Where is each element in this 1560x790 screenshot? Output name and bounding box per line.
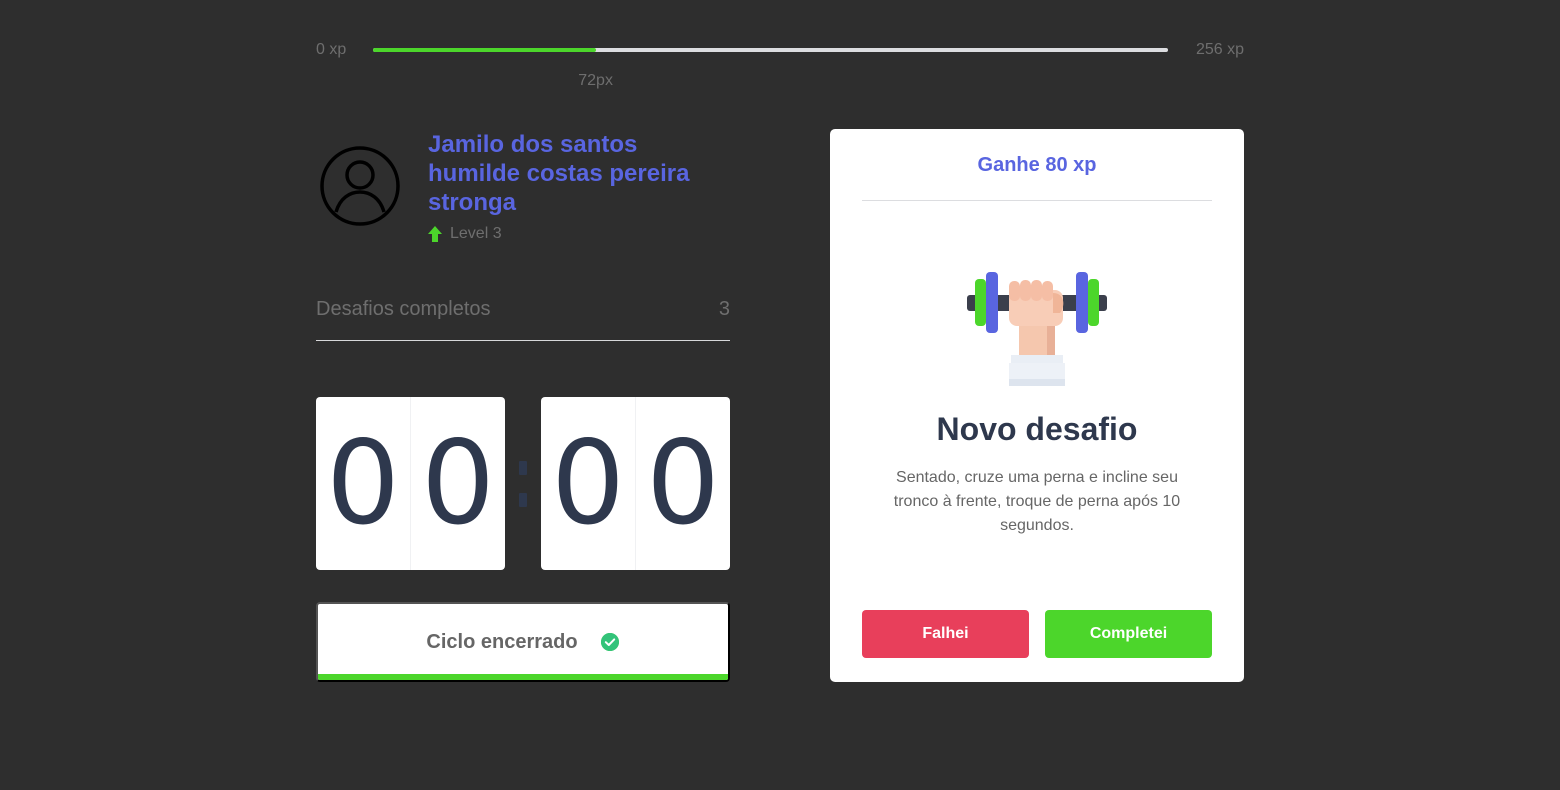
challenge-actions: Falhei Completei xyxy=(862,610,1212,658)
xp-max-label: 256 xp xyxy=(1195,41,1244,58)
level-indicator: Level 3 xyxy=(428,225,728,243)
user-circle-icon xyxy=(320,146,400,226)
profile-info: Jamilo dos santos humilde costas pereira… xyxy=(428,130,728,243)
countdown: 0 0 0 0 xyxy=(316,397,730,570)
level-label: Level 3 xyxy=(450,225,502,242)
minute-digit-left: 0 xyxy=(316,397,411,570)
complete-button[interactable]: Completei xyxy=(1045,610,1212,658)
dumbbell-icon xyxy=(967,272,1107,386)
cycle-finished-label: Ciclo encerrado xyxy=(426,630,578,653)
challenge-description: Sentado, cruze uma perna e incline seu t… xyxy=(893,469,1181,534)
xp-current-label: 72px xyxy=(578,72,613,89)
xp-min-label: 0 xp xyxy=(316,41,347,58)
experience-bar: 0 xp 72px 256 xp xyxy=(316,38,1244,89)
second-digit-right: 0 xyxy=(646,415,720,551)
cycle-finished-button[interactable]: Ciclo encerrado xyxy=(316,602,730,682)
countdown-seconds: 0 0 xyxy=(541,397,730,570)
completed-challenges-count: 3 xyxy=(718,298,730,320)
level-up-arrow-icon xyxy=(428,226,442,242)
xp-progress-track: 72px xyxy=(373,48,1168,89)
second-digit-left: 0 xyxy=(541,397,636,570)
challenge-title: Novo desafio xyxy=(936,411,1138,447)
xp-progress-fill xyxy=(373,48,596,52)
challenge-card: Ganhe 80 xp Novo desafio Sentado, cruze … xyxy=(830,129,1244,682)
completed-challenges-label: Desafios completos xyxy=(316,298,491,320)
countdown-minutes: 0 0 xyxy=(316,397,505,570)
fail-button[interactable]: Falhei xyxy=(862,610,1029,658)
cycle-progress-bar xyxy=(318,674,728,680)
countdown-separator xyxy=(505,460,541,507)
completed-challenges: Desafios completos 3 xyxy=(316,298,730,341)
minute-digit-right: 0 xyxy=(421,415,495,551)
check-circle-icon xyxy=(600,633,619,651)
challenge-reward: Ganhe 80 xp xyxy=(862,151,1212,201)
profile-name: Jamilo dos santos humilde costas pereira… xyxy=(428,131,690,216)
